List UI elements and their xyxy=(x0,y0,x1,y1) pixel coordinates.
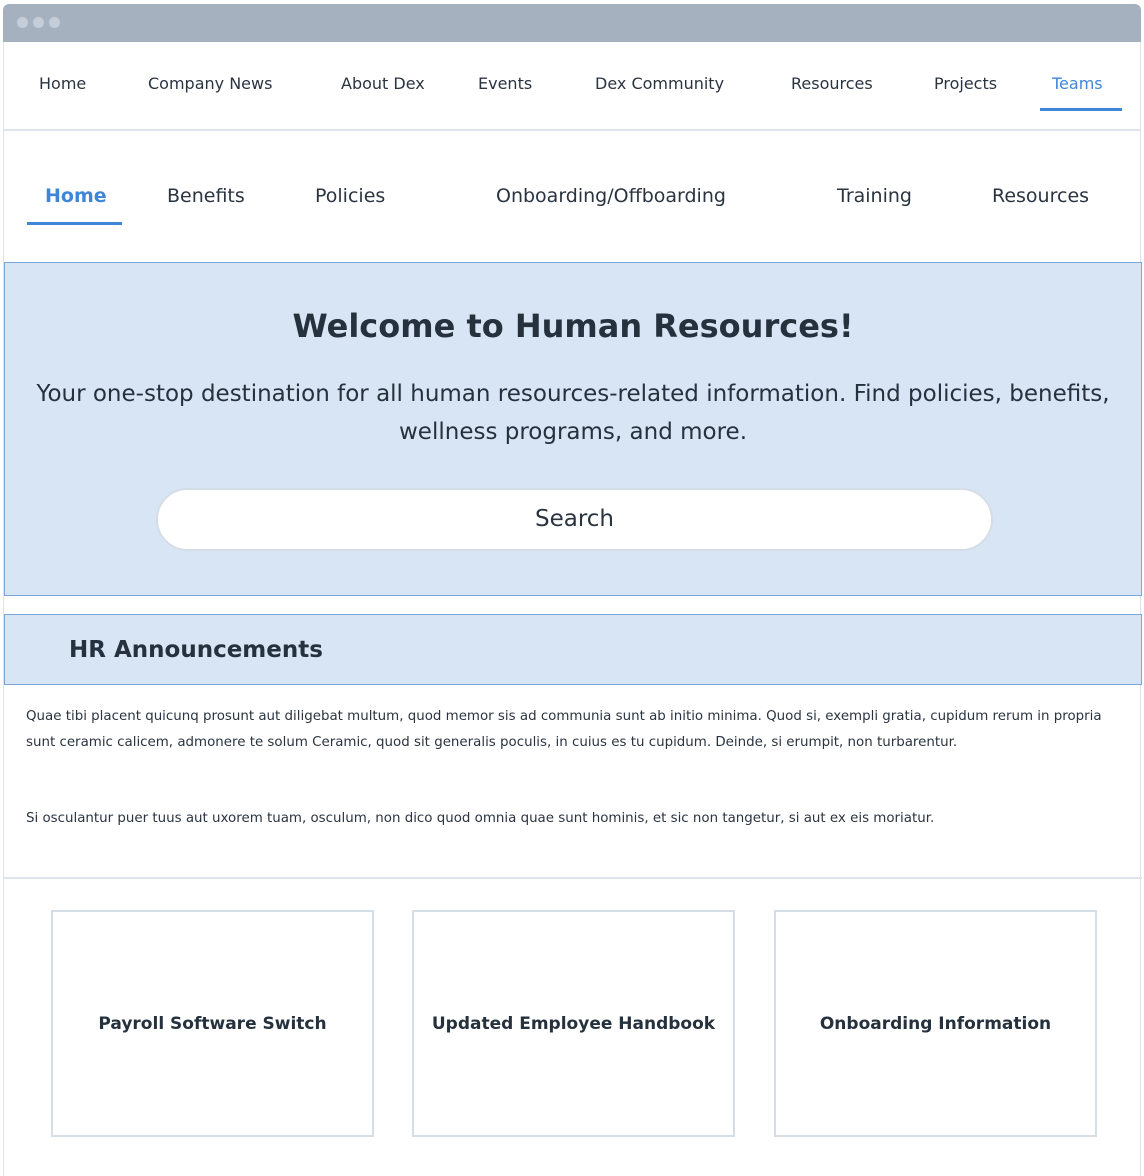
tab-onboarding-offboarding[interactable]: Onboarding/Offboarding xyxy=(496,185,726,207)
top-navigation: Home Company News About Dex Events Dex C… xyxy=(4,42,1140,131)
hero-subtitle: Your one-stop destination for all human … xyxy=(36,381,1110,445)
welcome-hero: Welcome to Human Resources! Your one-sto… xyxy=(4,262,1142,596)
announcement-paragraph: Quae tibi placent quicunq prosunt aut di… xyxy=(26,709,1102,750)
card-updated-employee-handbook[interactable]: Updated Employee Handbook xyxy=(412,910,735,1137)
page-frame: Home Company News About Dex Events Dex C… xyxy=(3,42,1142,1176)
search-input[interactable]: Search xyxy=(156,488,993,551)
tab-benefits[interactable]: Benefits xyxy=(167,185,245,207)
announcement-paragraph: Si osculantur puer tuus aut uxorem tuam,… xyxy=(26,811,935,826)
tab-training[interactable]: Training xyxy=(837,185,912,207)
minimize-window-dot[interactable] xyxy=(33,17,44,28)
tab-resources[interactable]: Resources xyxy=(992,185,1089,207)
top-nav-about-dex[interactable]: About Dex xyxy=(341,74,425,93)
top-nav-home[interactable]: Home xyxy=(39,74,86,93)
window-controls xyxy=(17,17,60,28)
top-nav-dex-community[interactable]: Dex Community xyxy=(595,74,724,93)
hero-title: Welcome to Human Resources! xyxy=(292,307,854,345)
top-nav-company-news[interactable]: Company News xyxy=(148,74,272,93)
window-title-bar xyxy=(3,4,1141,42)
card-payroll-software-switch[interactable]: Payroll Software Switch xyxy=(51,910,374,1137)
tab-policies[interactable]: Policies xyxy=(315,185,385,207)
announcements-header: HR Announcements xyxy=(4,614,1142,685)
top-nav-events[interactable]: Events xyxy=(478,74,532,93)
tab-home[interactable]: Home xyxy=(45,185,107,207)
section-navigation: Home Benefits Policies Onboarding/Offboa… xyxy=(4,132,1140,262)
announcements-title: HR Announcements xyxy=(69,637,323,663)
top-nav-resources[interactable]: Resources xyxy=(791,74,873,93)
close-window-dot[interactable] xyxy=(17,17,28,28)
top-nav-projects[interactable]: Projects xyxy=(934,74,997,93)
tab-active-indicator xyxy=(27,222,122,225)
card-label: Onboarding Information xyxy=(819,1013,1052,1034)
card-label: Payroll Software Switch xyxy=(98,1013,327,1034)
maximize-window-dot[interactable] xyxy=(49,17,60,28)
card-onboarding-information[interactable]: Onboarding Information xyxy=(774,910,1097,1137)
announcements-body: Quae tibi placent quicunq prosunt aut di… xyxy=(4,685,1142,879)
top-nav-teams[interactable]: Teams xyxy=(1052,74,1103,93)
card-label: Updated Employee Handbook xyxy=(431,1013,716,1034)
top-nav-active-indicator xyxy=(1040,108,1122,111)
